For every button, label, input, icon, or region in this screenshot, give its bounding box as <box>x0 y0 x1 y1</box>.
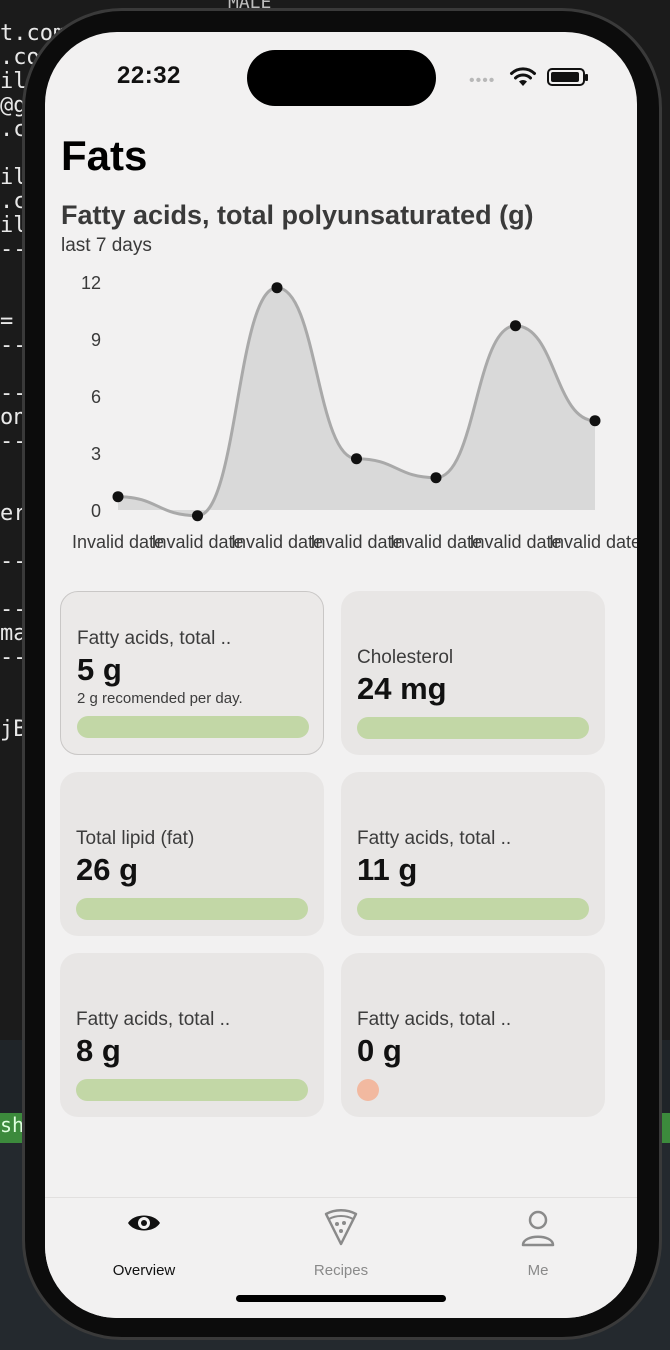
data-point[interactable] <box>192 510 203 522</box>
person-icon <box>521 1210 555 1247</box>
nutrient-card[interactable]: Fatty acids, total .. 11 g <box>341 772 605 936</box>
x-tick-label: Invalid date <box>390 532 482 552</box>
card-value: 0 g <box>357 1033 402 1068</box>
nutrient-card[interactable]: Fatty acids, total .. 0 g <box>341 953 605 1117</box>
progress-bar <box>77 716 309 738</box>
data-point[interactable] <box>112 491 124 503</box>
page-title: Fats <box>61 132 148 179</box>
tab-overview-label: Overview <box>112 1262 176 1279</box>
chart-subtitle: last 7 days <box>61 235 152 256</box>
battery-icon <box>547 68 588 86</box>
tab-overview[interactable]: Overview <box>84 1206 204 1279</box>
card-label: Cholesterol <box>357 647 454 668</box>
wifi-icon <box>510 67 536 86</box>
data-point[interactable] <box>351 453 362 465</box>
tab-me-label: Me <box>527 1262 549 1279</box>
data-point[interactable] <box>589 415 601 427</box>
terminal-tag: sh <box>0 1113 24 1143</box>
data-point[interactable] <box>271 282 283 294</box>
nutrient-card[interactable]: Cholesterol 24 mg <box>341 591 605 755</box>
y-tick-label: 6 <box>91 387 101 407</box>
dynamic-island <box>247 50 436 106</box>
progress-dot <box>357 1079 379 1101</box>
card-value: 11 g <box>357 852 418 887</box>
data-point[interactable] <box>510 320 521 332</box>
progress-bar <box>357 717 589 739</box>
card-label: Fatty acids, total .. <box>76 1009 231 1030</box>
home-indicator <box>236 1295 446 1302</box>
cellular-signal-icon: •••• <box>469 72 496 89</box>
card-value: 24 mg <box>357 671 447 706</box>
y-tick-label: 9 <box>91 330 101 350</box>
progress-bar <box>357 898 589 920</box>
x-tick-label: Invalid date <box>469 532 561 552</box>
y-tick-label: 3 <box>91 444 101 464</box>
card-label: Fatty acids, total .. <box>77 628 232 649</box>
x-tick-label: Invalid date <box>549 532 637 552</box>
status-time: 22:32 <box>117 62 181 89</box>
progress-bar <box>76 898 308 920</box>
x-tick-label: Invalid date <box>231 532 323 552</box>
x-tick-label: Invalid date <box>151 532 243 552</box>
tab-me[interactable]: Me <box>478 1206 598 1279</box>
chart-area <box>118 287 595 516</box>
card-label: Fatty acids, total .. <box>357 1009 512 1030</box>
nutrient-card[interactable]: Total lipid (fat) 26 g <box>60 772 324 936</box>
tab-recipes-label: Recipes <box>313 1262 369 1279</box>
x-tick-label: Invalid date <box>72 532 164 552</box>
nutrient-card[interactable]: Fatty acids, total .. 8 g <box>60 953 324 1117</box>
eye-icon <box>128 1215 160 1231</box>
chart-title: Fatty acids, total polyunsaturated (g) <box>61 200 534 230</box>
card-label: Total lipid (fat) <box>76 828 195 849</box>
card-value: 8 g <box>76 1033 121 1068</box>
x-tick-label: Invalid date <box>310 532 402 552</box>
card-value: 5 g <box>77 652 122 687</box>
card-label: Fatty acids, total .. <box>357 828 512 849</box>
phone-screen: 22:32 •••• Fats Fatty acids, total polyu… <box>45 32 637 1318</box>
y-tick-label: 0 <box>91 501 101 521</box>
pizza-icon <box>324 1209 358 1246</box>
tab-recipes[interactable]: Recipes <box>281 1206 401 1279</box>
card-value: 26 g <box>76 852 139 887</box>
data-point[interactable] <box>430 472 442 484</box>
card-note: 2 g recomended per day. <box>77 690 243 707</box>
nutrient-chart: 036912Invalid dateInvalid dateInvalid da… <box>72 273 637 552</box>
y-tick-label: 12 <box>81 273 101 293</box>
progress-bar <box>76 1079 308 1101</box>
nutrient-card[interactable]: Fatty acids, total .. 5 g 2 g recomended p… <box>60 591 324 755</box>
